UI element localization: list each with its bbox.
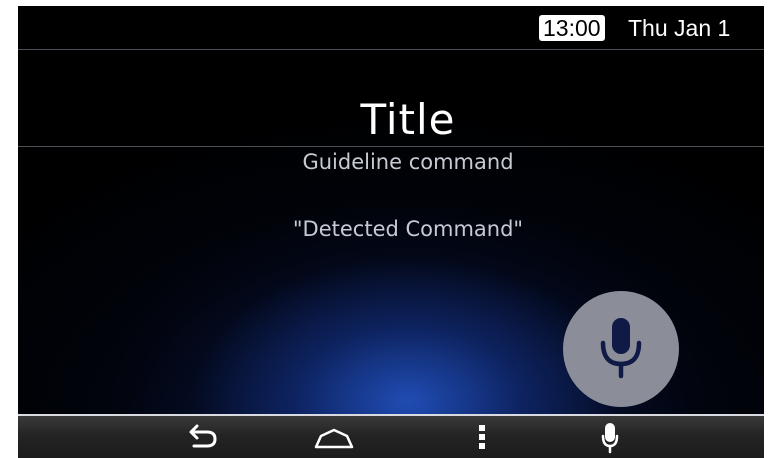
status-bar: 13:00 Thu Jan 1 (18, 6, 764, 50)
status-date: Thu Jan 1 (628, 15, 731, 41)
microphone-icon (601, 423, 619, 454)
back-button[interactable] (174, 418, 230, 456)
home-icon (314, 428, 354, 449)
title-divider (18, 146, 764, 147)
voice-panel: 13:00 Thu Jan 1 Title Guideline command … (18, 6, 764, 414)
menu-button[interactable] (454, 418, 510, 456)
home-button[interactable] (306, 418, 362, 456)
guideline-command: Guideline command (302, 150, 514, 174)
detected-command: "Detected Command" (292, 217, 524, 241)
menu-icon (479, 425, 485, 449)
voice-button[interactable] (582, 418, 638, 456)
back-icon (189, 424, 217, 448)
page-title: Title (360, 95, 456, 144)
microphone-icon (600, 318, 642, 379)
voice-recognition-screen: 13:00 Thu Jan 1 Title Guideline command … (18, 6, 764, 458)
microphone-button[interactable] (563, 291, 679, 407)
navigation-bar (18, 414, 764, 458)
status-time: 13:00 (539, 15, 605, 41)
